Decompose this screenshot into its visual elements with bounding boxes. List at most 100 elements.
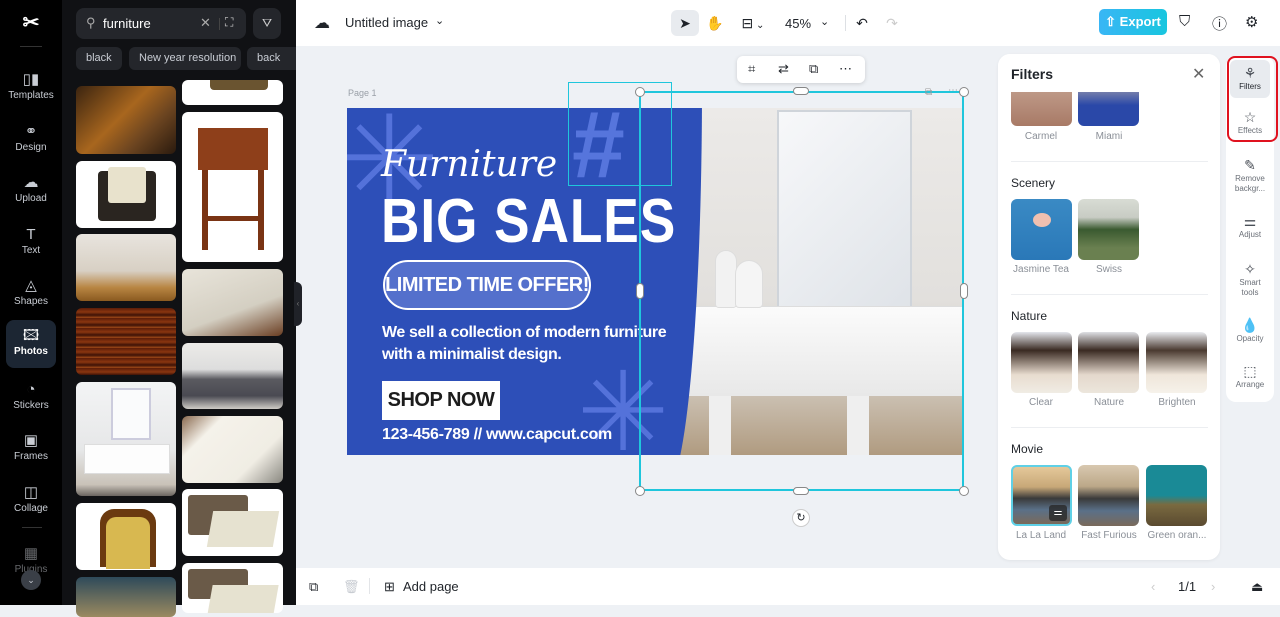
rail-item-collage[interactable]: ◫ Collage	[6, 477, 56, 525]
resize-handle-top[interactable]	[793, 87, 809, 95]
rail-item-text[interactable]: T Text	[6, 219, 56, 267]
photo-thumb-carved-chair[interactable]	[76, 503, 176, 570]
photo-thumb-antique-dresser[interactable]	[76, 86, 176, 154]
filter-thumb-la-la-land[interactable]: ⚌	[1011, 465, 1072, 526]
photo-thumb-wood-grain[interactable]	[76, 308, 176, 375]
resize-handle-left[interactable]	[636, 283, 644, 299]
contact-text[interactable]: 123-456-789 // www.capcut.com	[382, 426, 612, 444]
rail-item-upload[interactable]: ☁ Upload	[6, 167, 56, 215]
chip-black[interactable]: black	[76, 47, 122, 70]
rail-item-photos[interactable]: 🖾 Photos	[6, 320, 56, 368]
resize-handle-bottom[interactable]	[793, 487, 809, 495]
close-icon[interactable]: ✕	[1192, 64, 1205, 84]
photo-thumb-classic-room[interactable]	[76, 234, 176, 301]
design-icon: ⚭	[24, 123, 38, 140]
next-page-icon[interactable]: ›	[1211, 579, 1215, 594]
resize-handle-top-right[interactable]	[959, 87, 969, 97]
capcut-logo[interactable]: ✂	[18, 12, 44, 34]
offer-badge[interactable]: LIMITED TIME OFFER!	[383, 260, 591, 310]
document-title[interactable]: Untitled image	[345, 15, 428, 30]
crop-icon[interactable]: ⌗	[748, 61, 755, 77]
help-icon[interactable]: ⓘ	[1212, 13, 1227, 34]
filters-title: Filters	[1011, 66, 1054, 82]
collapse-panel-handle[interactable]: ‹	[294, 282, 302, 326]
delete-page-icon[interactable]: 🗑	[343, 579, 360, 595]
settings-icon[interactable]: ⚙	[1245, 13, 1258, 31]
headline[interactable]: BIG SALES	[381, 186, 676, 257]
section-title-scenery: Scenery	[1011, 176, 1056, 190]
zoom-level[interactable]: 45%	[785, 16, 811, 31]
design-canvas[interactable]: ✳ ✳ # Furniture BIG SALES LIMITED TIME O…	[347, 108, 964, 455]
more-chevron-icon[interactable]: ⌄	[21, 570, 41, 590]
rail-item-adjust[interactable]: ⚌ Adjust	[1230, 212, 1270, 240]
duplicate-page-icon[interactable]: ⧉	[309, 579, 318, 595]
rail-item-remove-background[interactable]: ✎ Remove backgr...	[1230, 156, 1270, 194]
undo-button[interactable]: ↶	[848, 10, 876, 36]
rotate-handle[interactable]: ↻	[792, 509, 810, 527]
redo-button[interactable]: ↷	[878, 10, 906, 36]
replace-icon[interactable]: ⇄	[778, 61, 789, 77]
shop-now-box[interactable]: SHOP NOW	[382, 381, 500, 420]
photo-thumb-wooden-side-table[interactable]	[182, 112, 283, 262]
more-options-icon[interactable]: ⋯	[948, 85, 958, 96]
layout-icon: ⊟	[741, 15, 754, 31]
photo-thumb-gold-frame[interactable]	[182, 80, 283, 105]
filter-button[interactable]: ⛛	[253, 8, 281, 39]
prev-page-icon[interactable]: ‹	[1151, 579, 1155, 594]
filter-icon: ⛛	[261, 16, 273, 30]
photo-thumb-drawer[interactable]	[182, 269, 283, 336]
clear-icon[interactable]: ✕	[200, 15, 211, 31]
duplicate-icon[interactable]: ⧉	[809, 61, 818, 77]
resize-handle-top-left[interactable]	[635, 87, 645, 97]
select-tool[interactable]: ➤	[671, 10, 699, 36]
photo-thumb-white-chair[interactable]	[182, 416, 283, 483]
filter-thumb-jasmine-tea[interactable]	[1011, 199, 1072, 260]
chip-new-year-resolution[interactable]: New year resolution	[129, 47, 241, 70]
filter-thumb-clear[interactable]	[1011, 332, 1072, 393]
filter-thumb-swiss[interactable]	[1078, 199, 1139, 260]
title-chevron-down-icon[interactable]: ⌄	[435, 14, 444, 27]
rail-item-shapes[interactable]: ◬ Shapes	[6, 270, 56, 318]
filter-thumb-nature[interactable]	[1078, 332, 1139, 393]
photo-thumb-leather-armchair[interactable]	[76, 161, 176, 228]
rail-item-effects[interactable]: ☆ Effects	[1230, 108, 1270, 136]
adjust-filter-icon[interactable]: ⚌	[1049, 505, 1067, 521]
resize-handle-bottom-left[interactable]	[635, 486, 645, 496]
filter-thumb-brighten[interactable]	[1146, 332, 1207, 393]
photo-thumb-sofa-bed[interactable]	[182, 489, 283, 556]
rail-item-opacity[interactable]: 💧 Opacity	[1230, 316, 1270, 344]
layout-tool[interactable]: ⊟ ⌄	[736, 10, 770, 36]
hash-doodle-icon[interactable]: #	[572, 108, 625, 193]
rail-item-stickers[interactable]: ◔ Stickers	[6, 374, 56, 422]
sideboard-photo[interactable]	[667, 108, 964, 455]
photo-thumb-grey-bed[interactable]	[182, 343, 283, 409]
share-icon[interactable]: ⏏	[1251, 579, 1263, 595]
rail-item-templates[interactable]: ▯▮ Templates	[6, 64, 56, 112]
rail-item-frames[interactable]: ▣ Frames	[6, 425, 56, 473]
hand-tool[interactable]: ✋	[701, 10, 729, 36]
rail-item-arrange[interactable]: ⬚ Arrange	[1230, 362, 1270, 390]
page-label: Page 1	[348, 88, 377, 98]
rail-item-filters[interactable]: ⚘ Filters	[1230, 60, 1270, 98]
photo-thumb-wooden-cabinet[interactable]	[76, 577, 176, 617]
replace-image-icon[interactable]: ⧉	[925, 87, 932, 98]
search-input[interactable]: ⚲ furniture ✕ ⛶	[76, 8, 246, 39]
resize-handle-bottom-right[interactable]	[959, 486, 969, 496]
image-search-icon[interactable]: ⛶	[225, 15, 233, 30]
description-text[interactable]: We sell a collection of modern furniture…	[382, 322, 682, 366]
rail-item-design[interactable]: ⚭ Design	[6, 116, 56, 164]
add-page-button[interactable]: Add page	[403, 579, 459, 594]
filter-thumb-fast-furious[interactable]	[1078, 465, 1139, 526]
filter-thumb-green-orange[interactable]	[1146, 465, 1207, 526]
more-icon[interactable]: ⋯	[839, 61, 852, 77]
script-title[interactable]: Furniture	[381, 144, 557, 185]
shield-check-icon[interactable]: ⛉	[1179, 13, 1190, 30]
rail-item-smart-tools[interactable]: ✧ Smart tools	[1230, 260, 1270, 298]
export-button[interactable]: ⇧ Export	[1099, 9, 1167, 35]
chip-back[interactable]: back	[247, 47, 296, 70]
photo-thumb-white-sideboard[interactable]	[76, 382, 176, 496]
photo-thumb-sofa-bed-2[interactable]	[182, 563, 283, 613]
resize-handle-right[interactable]	[960, 283, 968, 299]
zoom-chevron-down-icon[interactable]: ⌄	[820, 15, 829, 28]
filter-label: Clear	[1029, 397, 1053, 408]
